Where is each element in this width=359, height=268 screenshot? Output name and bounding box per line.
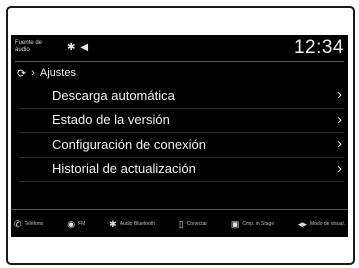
chevron-right-icon: › <box>337 110 342 128</box>
page-title: Ajustes <box>39 67 76 79</box>
bluetooth-audio-icon: ✱ <box>109 218 117 229</box>
menu-item-label: Configuración de conexión <box>52 136 206 152</box>
shortcut-label: Conectar <box>186 220 208 227</box>
menu-item-estado-version[interactable]: Estado de la versión › <box>19 109 344 133</box>
chevron-right-icon: › <box>337 86 342 103</box>
menu-item-label: Historial de actualización <box>52 161 196 177</box>
shortcut-label: Cmp. in Stage <box>242 220 275 227</box>
shortcut-label: Audio Bluetooth <box>119 220 156 227</box>
shortcut-conectar[interactable]: ▯ Conectar <box>179 219 207 229</box>
shortcut-audio-bluetooth[interactable]: ✱ Audio Bluetooth <box>109 219 155 229</box>
shortcut-label: Modo de visual. <box>309 220 345 227</box>
menu-item-configuracion-conexion[interactable]: Configuración de conexión › <box>19 133 344 158</box>
shortcut-telefono[interactable]: ✆ Teléfono <box>14 219 43 229</box>
refresh-icon[interactable]: ⟳ <box>17 67 26 80</box>
stage-icon: ▣ <box>230 218 240 229</box>
phone-icon: ✆ <box>14 218 22 229</box>
settings-menu: Descarga automática › Estado de la versi… <box>19 84 344 182</box>
shortcut-fm[interactable]: ◉ FM <box>67 219 85 229</box>
chevron-right-icon: › <box>337 159 342 177</box>
menu-item-historial-actualizacion[interactable]: Historial de actualización › <box>19 158 344 182</box>
shortcut-label: Teléfono <box>24 220 44 227</box>
speaker-icon: ◀ <box>80 42 89 53</box>
radio-icon: ◉ <box>67 218 76 229</box>
menu-item-label: Estado de la versión <box>52 112 170 128</box>
bottom-shortcut-bar: ✆ Teléfono ◉ FM ✱ Audio Bluetooth ▯ Cone… <box>11 209 348 237</box>
shortcut-label: FM <box>78 220 86 227</box>
breadcrumb: ⟳ › Ajustes <box>17 64 76 82</box>
status-divider <box>15 61 344 62</box>
shortcut-stage[interactable]: ▣ Cmp. in Stage <box>231 219 274 229</box>
smartphone-icon: ▯ <box>178 218 184 229</box>
audio-source-button[interactable]: Fuente de audio <box>15 40 43 54</box>
clock: 12:34 <box>293 37 344 58</box>
chevron-right-icon: › <box>337 135 342 152</box>
status-icons: ✱ ◀ <box>67 42 88 54</box>
status-bar: Fuente de audio ✱ ◀ 12:34 <box>11 35 348 62</box>
display-mode-icon: ◂▸ <box>297 218 307 229</box>
infotainment-screen: Fuente de audio ✱ ◀ 12:34 ⟳ › Ajustes De… <box>11 35 348 237</box>
chevron-right-icon: › <box>31 67 35 79</box>
menu-item-label: Descarga automática <box>52 87 175 103</box>
menu-item-descarga-automatica[interactable]: Descarga automática › <box>19 84 344 109</box>
shortcut-modo-visual[interactable]: ◂▸ Modo de visual. <box>298 219 345 229</box>
bluetooth-icon: ✱ <box>67 42 76 53</box>
